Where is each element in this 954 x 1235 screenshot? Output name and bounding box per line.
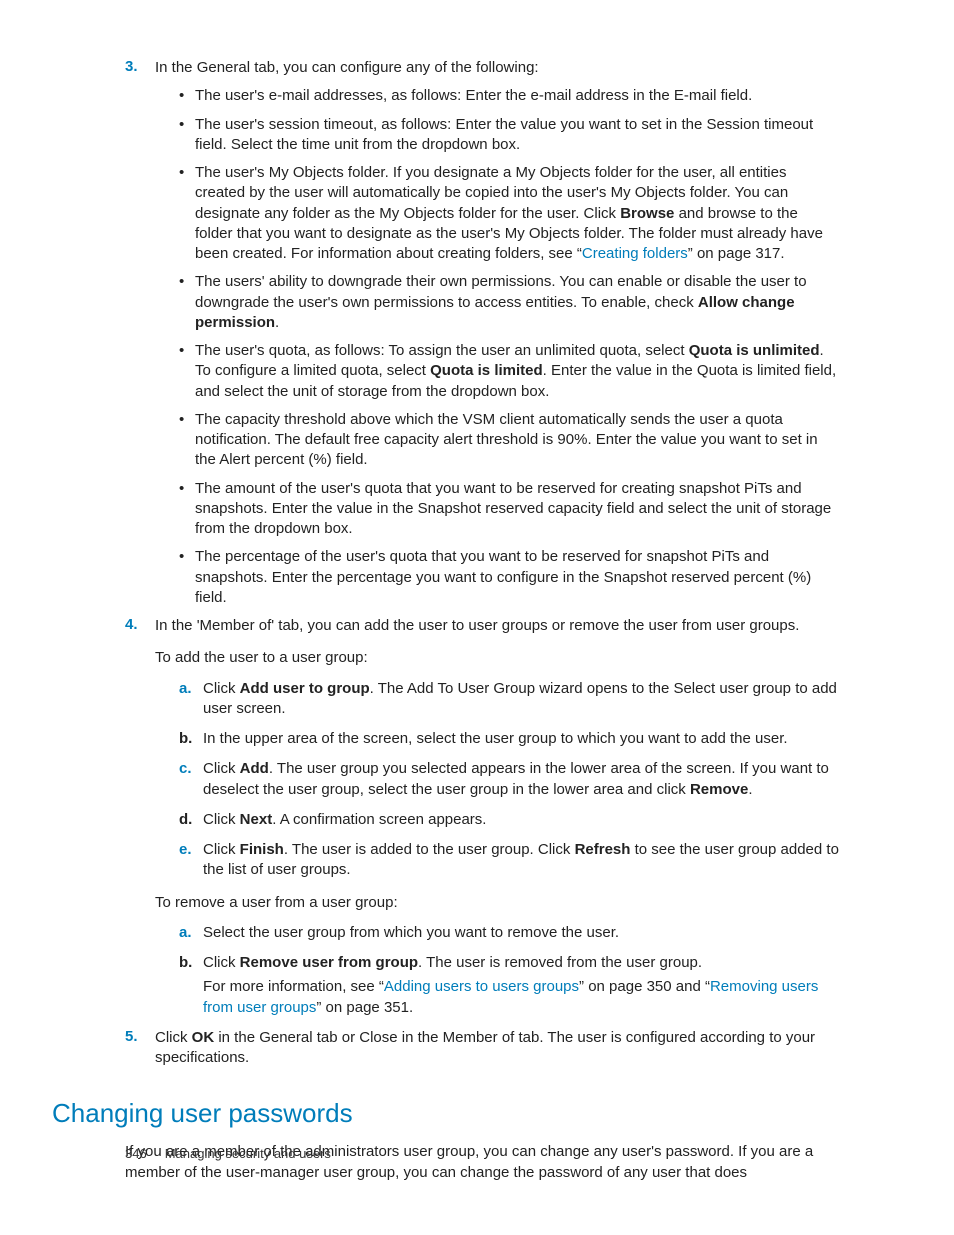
bold-keyword: Browse <box>620 205 674 222</box>
more-info-text: ” on page 350 and “ <box>579 978 710 995</box>
substep-letter: a. <box>179 679 192 699</box>
bold-keyword: Quota is unlimited <box>689 342 820 359</box>
more-info-text: ” on page 351. <box>316 999 413 1016</box>
substep-text: Select the user group from which you wan… <box>203 924 619 941</box>
step-3: 3. In the General tab, you can configure… <box>125 58 839 608</box>
substep-text: . A confirmation screen appears. <box>272 811 486 828</box>
bold-keyword: Finish <box>240 841 284 858</box>
step-4: 4. In the 'Member of' tab, you can add t… <box>125 616 839 1018</box>
numbered-steps: 3. In the General tab, you can configure… <box>125 58 839 1068</box>
step-intro: In the General tab, you can configure an… <box>155 58 839 78</box>
step-number: 3. <box>125 58 138 75</box>
more-info-text: For more information, see “ <box>203 978 384 995</box>
step-text: Click OK in the General tab or Close in … <box>155 1028 839 1069</box>
substep-text: Click <box>203 841 240 858</box>
remove-intro: To remove a user from a user group: <box>155 893 839 913</box>
bullet-item: The percentage of the user's quota that … <box>179 547 839 608</box>
substep-b: b. In the upper area of the screen, sele… <box>179 729 839 749</box>
more-info-line: For more information, see “Adding users … <box>203 977 839 1018</box>
chapter-title: Managing security and users <box>165 1146 331 1161</box>
step-number: 4. <box>125 616 138 633</box>
bold-keyword: Add <box>240 760 269 777</box>
bullet-item: The user's e-mail addresses, as follows:… <box>179 86 839 106</box>
bullet-item: The user's session timeout, as follows: … <box>179 115 839 156</box>
bullet-text: The capacity threshold above which the V… <box>195 411 818 469</box>
page-number: 346 <box>125 1146 147 1161</box>
step-5: 5. Click OK in the General tab or Close … <box>125 1028 839 1069</box>
bullet-item: The user's My Objects folder. If you des… <box>179 163 839 264</box>
remove-substeps: a. Select the user group from which you … <box>155 923 839 1018</box>
substep-text: . The user is added to the user group. C… <box>284 841 575 858</box>
bold-keyword: Refresh <box>575 841 631 858</box>
substep-letter: c. <box>179 759 192 779</box>
substep-text: Click <box>203 954 240 971</box>
bold-keyword: Add user to group <box>240 680 370 697</box>
substep-a: a. Select the user group from which you … <box>179 923 839 943</box>
substep-e: e. Click Finish. The user is added to th… <box>179 840 839 881</box>
substep-b: b. Click Remove user from group. The use… <box>179 953 839 1018</box>
substep-c: c. Click Add. The user group you selecte… <box>179 759 839 800</box>
substep-letter: b. <box>179 729 192 749</box>
bold-keyword: Quota is limited <box>430 362 543 379</box>
bullet-item: The amount of the user's quota that you … <box>179 479 839 540</box>
bullet-text: The user's session timeout, as follows: … <box>195 116 813 153</box>
substep-text: . The user is removed from the user grou… <box>418 954 702 971</box>
substep-letter: b. <box>179 953 192 973</box>
bullet-text: The amount of the user's quota that you … <box>195 480 831 538</box>
step-intro: In the 'Member of' tab, you can add the … <box>155 616 839 636</box>
bold-keyword: Next <box>240 811 273 828</box>
step-text-pre: Click <box>155 1029 192 1046</box>
substep-letter: e. <box>179 840 192 860</box>
bullet-item: The user's quota, as follows: To assign … <box>179 341 839 402</box>
step3-bullets: The user's e-mail addresses, as follows:… <box>155 86 839 608</box>
page-footer: 346 Managing security and users <box>125 1146 331 1161</box>
bullet-text: ” on page 317. <box>688 245 785 262</box>
bullet-text: . <box>275 314 279 331</box>
substep-letter: d. <box>179 810 192 830</box>
substep-a: a. Click Add user to group. The Add To U… <box>179 679 839 720</box>
bold-keyword: Remove user from group <box>240 954 418 971</box>
bullet-item: The users' ability to downgrade their ow… <box>179 272 839 333</box>
document-page: 3. In the General tab, you can configure… <box>0 0 954 1235</box>
bullet-text: The user's e-mail addresses, as follows:… <box>195 87 752 104</box>
step-text-post: in the General tab or Close in the Membe… <box>155 1029 815 1066</box>
link-creating-folders[interactable]: Creating folders <box>582 245 688 262</box>
add-intro: To add the user to a user group: <box>155 648 839 668</box>
bullet-text: The percentage of the user's quota that … <box>195 548 811 606</box>
bold-keyword: OK <box>192 1029 215 1046</box>
substep-text: . <box>748 781 752 798</box>
bold-keyword: Remove <box>690 781 748 798</box>
section-heading: Changing user passwords <box>52 1098 839 1129</box>
substep-text: Click <box>203 680 240 697</box>
bullet-item: The capacity threshold above which the V… <box>179 410 839 471</box>
add-substeps: a. Click Add user to group. The Add To U… <box>155 679 839 881</box>
bullet-text: The user's quota, as follows: To assign … <box>195 342 689 359</box>
substep-text: Click <box>203 760 240 777</box>
substep-text: In the upper area of the screen, select … <box>203 730 788 747</box>
step-number: 5. <box>125 1028 138 1045</box>
substep-letter: a. <box>179 923 192 943</box>
substep-text: Click <box>203 811 240 828</box>
link-adding-users[interactable]: Adding users to users groups <box>384 978 579 995</box>
substep-d: d. Click Next. A confirmation screen app… <box>179 810 839 830</box>
